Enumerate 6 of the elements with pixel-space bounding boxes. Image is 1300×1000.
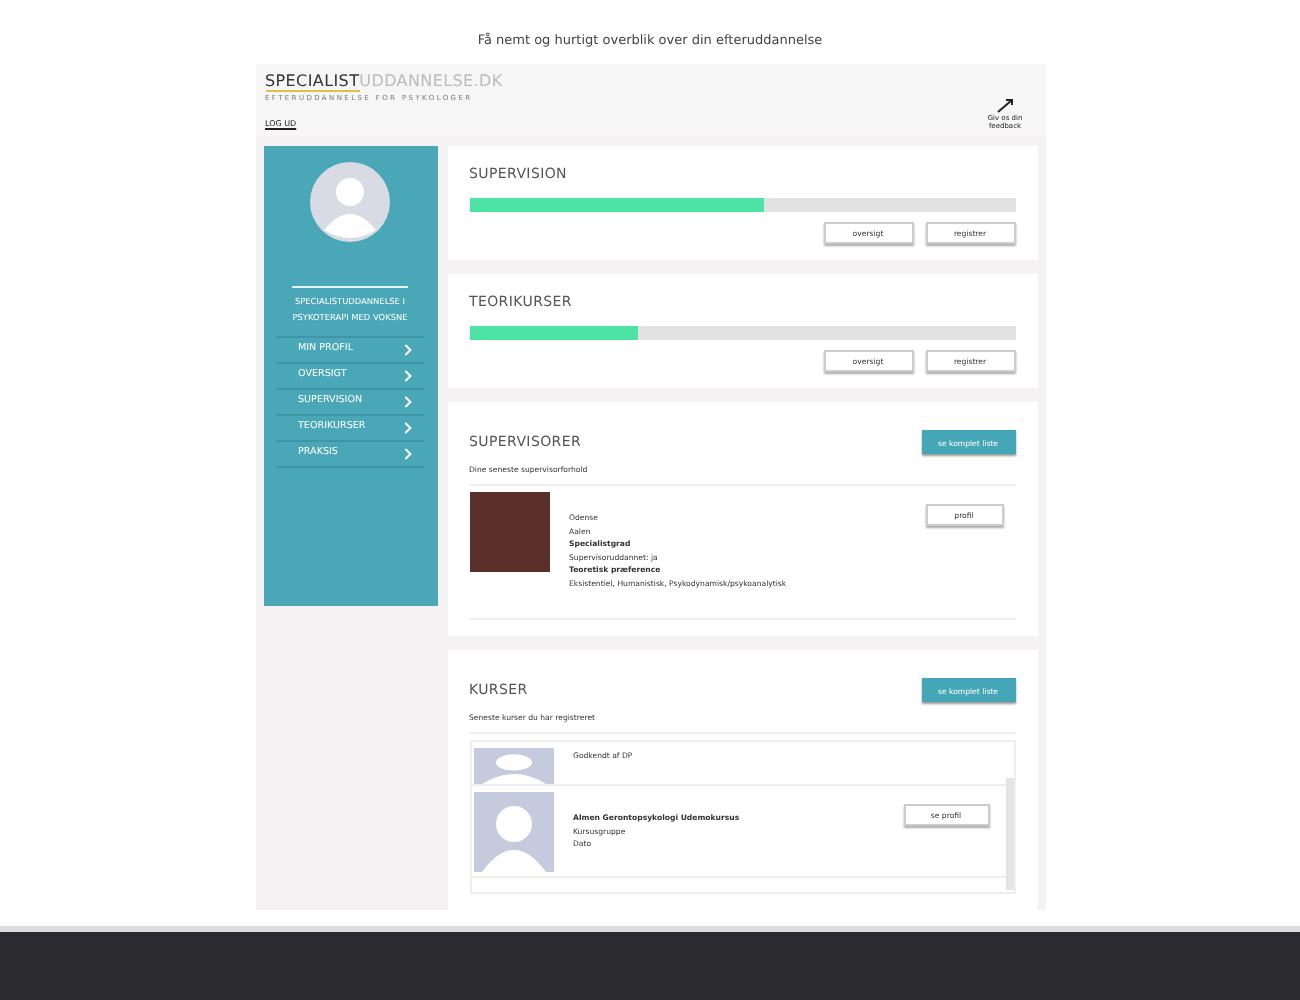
avatar-icon xyxy=(473,792,553,873)
avatar-icon xyxy=(473,748,553,785)
photo-placeholder xyxy=(469,492,549,573)
arrow-icon xyxy=(995,98,1015,114)
site-logo[interactable]: SPECIALISTUDDANNELSE.DK xyxy=(265,72,503,90)
avatar-icon xyxy=(310,162,390,243)
